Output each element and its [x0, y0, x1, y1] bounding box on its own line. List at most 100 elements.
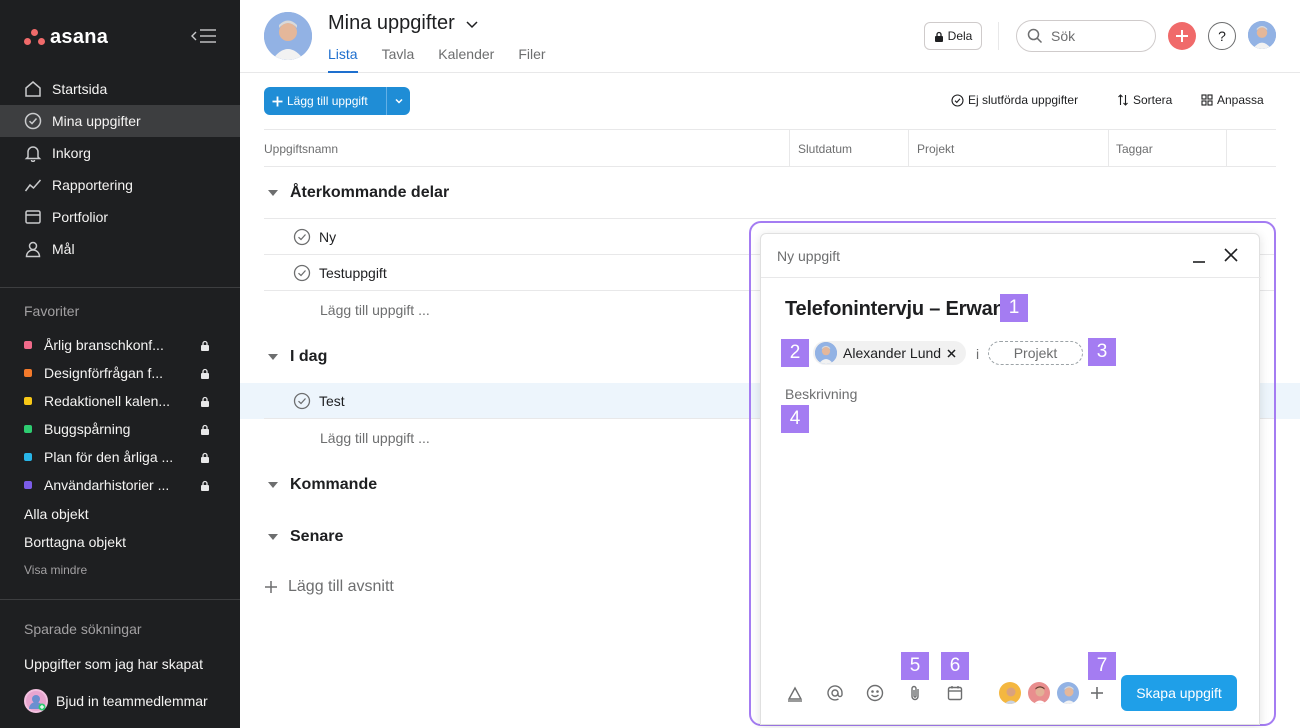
mention-icon[interactable]	[826, 684, 844, 702]
favorites-heading: Favoriter	[24, 303, 80, 319]
task-name[interactable]: Ny	[319, 229, 336, 245]
column-divider	[1108, 130, 1109, 167]
tab-calendar[interactable]: Kalender	[438, 46, 494, 73]
all-objects-link[interactable]: Alla objekt	[24, 506, 89, 522]
plus-icon	[265, 581, 277, 593]
filter-incomplete-button[interactable]: Ej slutförda uppgifter	[951, 93, 1078, 107]
show-less-link[interactable]: Visa mindre	[24, 563, 87, 577]
help-button[interactable]: ?	[1208, 22, 1236, 50]
collapse-triangle-icon[interactable]	[268, 534, 278, 540]
favorite-item-label: Användarhistorier ...	[44, 477, 170, 493]
favorite-item[interactable]: Redaktionell kalen...	[0, 387, 240, 415]
sidebar-item-inbox[interactable]: Inkorg	[0, 137, 240, 169]
invite-label: Bjud in teammedlemmar	[56, 693, 208, 709]
complete-checkbox-icon[interactable]	[293, 392, 311, 410]
lock-icon	[201, 452, 209, 463]
tab-list[interactable]: Lista	[328, 46, 358, 73]
favorites-list: Årlig branschkonf... Designförfrågan f..…	[0, 331, 240, 499]
page-title-text: Mina uppgifter	[328, 12, 455, 34]
sidebar-item-label: Mina uppgifter	[52, 113, 141, 129]
add-collaborator-icon[interactable]	[1091, 683, 1103, 704]
column-header-task-name[interactable]: Uppgiftsnamn	[264, 142, 338, 156]
section-header[interactable]: Senare	[268, 528, 343, 546]
lock-icon	[201, 340, 209, 351]
section-header[interactable]: Kommande	[268, 476, 377, 494]
chevron-down-icon[interactable]	[465, 17, 479, 31]
column-header-tags[interactable]: Taggar	[1116, 142, 1153, 156]
project-color-dot	[24, 481, 32, 489]
collapse-triangle-icon[interactable]	[268, 482, 278, 488]
calendar-icon[interactable]	[946, 684, 964, 702]
assignee-chip[interactable]: Alexander Lund	[813, 341, 967, 365]
search-input[interactable]: Sök	[1016, 20, 1156, 52]
sidebar-item-reporting[interactable]: Rapportering	[0, 169, 240, 201]
add-task-button[interactable]: Lägg till uppgift	[264, 87, 410, 115]
complete-checkbox-icon[interactable]	[293, 228, 311, 246]
column-header-project[interactable]: Projekt	[917, 142, 954, 156]
page-title[interactable]: Mina uppgifter	[328, 12, 479, 35]
collaborator-avatar[interactable]	[1027, 681, 1051, 705]
minimize-icon[interactable]	[1191, 248, 1207, 264]
favorite-item[interactable]: Användarhistorier ...	[0, 471, 240, 499]
sidebar-item-my-tasks[interactable]: Mina uppgifter	[0, 105, 240, 137]
add-task-dropdown[interactable]	[387, 96, 410, 106]
profile-avatar[interactable]	[1248, 21, 1276, 49]
add-task-main[interactable]: Lägg till uppgift	[264, 87, 387, 115]
description-input[interactable]: Beskrivning	[785, 386, 857, 402]
remove-assignee-icon[interactable]	[947, 348, 956, 358]
collaborator-avatar[interactable]	[998, 681, 1022, 705]
annotation-badge: 5	[901, 652, 929, 680]
add-section-button[interactable]: Lägg till avsnitt	[264, 578, 394, 596]
sidebar-divider	[0, 599, 240, 600]
user-avatar[interactable]	[264, 12, 312, 60]
task-name[interactable]: Test	[319, 393, 345, 409]
tab-files[interactable]: Filer	[518, 46, 545, 73]
collapse-triangle-icon[interactable]	[268, 354, 278, 360]
favorite-item[interactable]: Buggspårning	[0, 415, 240, 443]
section-title: Kommande	[290, 476, 378, 493]
dialog-title: Ny uppgift	[777, 248, 841, 264]
sort-button[interactable]: Sortera	[1117, 93, 1172, 107]
complete-checkbox-icon[interactable]	[293, 264, 311, 282]
new-task-dialog: Ny uppgift Telefonintervju – Erwan 1 2 A…	[760, 233, 1261, 725]
close-icon[interactable]	[1223, 247, 1239, 263]
favorite-item[interactable]: Plan för den årliga ...	[0, 443, 240, 471]
text-format-icon[interactable]	[786, 684, 804, 702]
filter-label: Ej slutförda uppgifter	[968, 93, 1079, 107]
column-header-due-date[interactable]: Slutdatum	[798, 142, 852, 156]
header-divider	[998, 22, 999, 50]
collaborator-avatar[interactable]	[1056, 681, 1080, 705]
favorite-item[interactable]: Designförfrågan f...	[0, 359, 240, 387]
sidebar-item-home[interactable]: Startsida	[0, 73, 240, 105]
saved-search-item[interactable]: Uppgifter som jag har skapat	[24, 656, 203, 672]
tab-board[interactable]: Tavla	[382, 46, 415, 73]
sidebar-item-label: Mål	[52, 241, 75, 257]
create-task-button[interactable]: Skapa uppgift	[1121, 675, 1237, 711]
sidebar-item-portfolios[interactable]: Portfolior	[0, 201, 240, 233]
section-header[interactable]: I dag	[268, 348, 327, 366]
person-icon	[25, 241, 41, 258]
share-button[interactable]: Dela	[924, 22, 982, 50]
favorite-item[interactable]: Årlig branschkonf...	[0, 331, 240, 359]
attachment-icon[interactable]	[906, 684, 924, 702]
emoji-icon[interactable]	[866, 684, 884, 702]
section-header[interactable]: Återkommande delar	[268, 184, 449, 202]
asana-logo[interactable]: asana	[24, 26, 108, 49]
sidebar-item-goals[interactable]: Mål	[0, 233, 240, 265]
lock-icon	[201, 424, 209, 435]
task-name[interactable]: Testuppgift	[319, 265, 387, 281]
favorite-item-label: Redaktionell kalen...	[44, 393, 171, 409]
project-color-dot	[24, 341, 32, 349]
invite-members-button[interactable]: Bjud in teammedlemmar	[24, 689, 208, 713]
task-name-input[interactable]: Telefonintervju – Erwan	[785, 298, 1005, 321]
favorite-item-label: Designförfrågan f...	[44, 365, 164, 381]
collapse-sidebar-icon[interactable]	[190, 26, 218, 46]
add-task-inline[interactable]: Lägg till uppgift ...	[320, 302, 430, 318]
list-toolbar: Lägg till uppgift Ej slutförda uppgifter…	[240, 73, 1300, 129]
add-task-inline[interactable]: Lägg till uppgift ...	[320, 430, 430, 446]
customize-button[interactable]: Anpassa	[1201, 93, 1264, 107]
deleted-objects-link[interactable]: Borttagna objekt	[24, 534, 126, 550]
project-selector[interactable]: Projekt	[988, 341, 1083, 365]
collapse-triangle-icon[interactable]	[268, 190, 278, 196]
quick-add-button[interactable]	[1168, 22, 1196, 50]
